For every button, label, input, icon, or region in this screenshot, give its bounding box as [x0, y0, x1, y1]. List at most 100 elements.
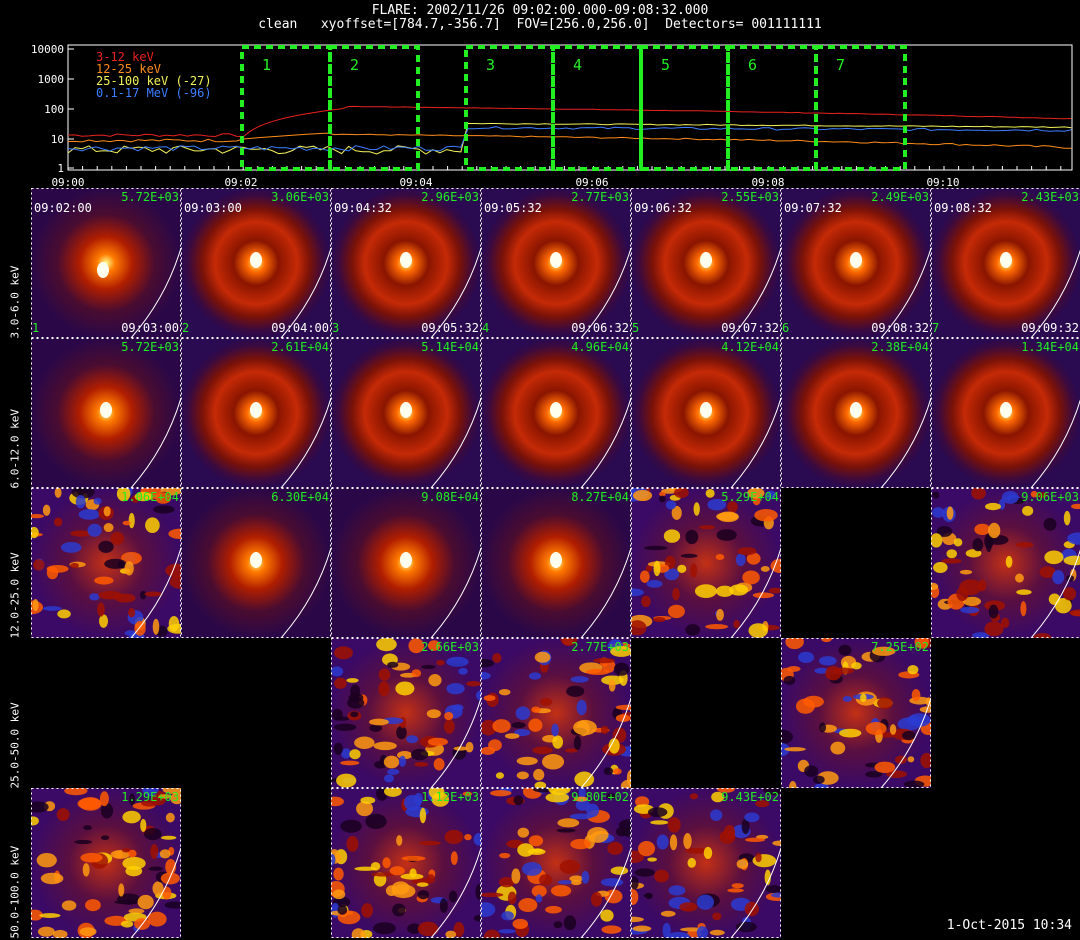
peak-flux-label: 7.25E+02: [871, 640, 929, 654]
source-peak: [850, 252, 862, 268]
start-time-label: 09:04:32: [334, 201, 392, 215]
peak-flux-label: 4.96E+04: [571, 340, 629, 354]
source-peak: [1000, 252, 1012, 268]
image-panel: 2.96E+03 09:04:32 09:05:32 3: [331, 188, 481, 338]
image-panel: 5.29E+04: [631, 488, 781, 638]
end-time-label: 09:03:00: [121, 321, 179, 335]
peak-flux-label: 9.80E+02: [571, 790, 629, 804]
lightcurve-plot: 10000100010010109:00 09:02 09:04 09:06 09:08…: [31, 43, 1073, 189]
peak-flux-label: 5.72E+03: [121, 190, 179, 204]
timestamp: 1-Oct-2015 10:34: [946, 918, 1072, 933]
interval-label: 6: [748, 56, 757, 74]
peak-flux-label: 2.43E+03: [1021, 190, 1079, 204]
source-peak: [250, 252, 262, 268]
curve-0.1-17-mev: [67, 126, 1072, 152]
image-panel: 2.43E+03 09:08:32 09:09:32 7: [931, 188, 1080, 338]
peak-flux-label: 9.08E+04: [421, 490, 479, 504]
image-panel: 2.66E+03: [331, 638, 481, 788]
image-panel: 4.12E+04: [631, 338, 781, 488]
interval-label: 5: [661, 56, 670, 74]
peak-flux-label: 1.12E+03: [421, 790, 479, 804]
interval-index: 6: [782, 321, 790, 335]
peak-flux-label: 2.77E+03: [571, 640, 629, 654]
peak-flux-label: 6.30E+04: [271, 490, 329, 504]
interval-index: 4: [482, 321, 490, 335]
source-peak: [250, 552, 262, 568]
source-peak: [1000, 402, 1012, 418]
interval-box: [639, 45, 730, 171]
source-peak: [550, 402, 562, 418]
image-panel: 2.49E+03 09:07:32 09:08:32 6: [781, 188, 931, 338]
interval-box: [726, 45, 818, 171]
image-panel: 2.77E+03: [481, 638, 631, 788]
peak-flux-label: 2.38E+04: [871, 340, 929, 354]
source-peak: [400, 402, 412, 418]
end-time-label: 09:06:32: [571, 321, 629, 335]
peak-flux-label: 2.77E+03: [571, 190, 629, 204]
y-tick-label: 10000: [31, 43, 64, 56]
image-panel: 6.30E+04: [181, 488, 331, 638]
start-time-label: 09:05:32: [484, 201, 542, 215]
row-label: 3.0-6.0 keV: [8, 265, 22, 339]
interval-label: 4: [573, 56, 582, 74]
end-time-label: 09:09:32: [1021, 321, 1079, 335]
interval-label: 3: [486, 56, 495, 74]
peak-flux-label: 2.49E+03: [871, 190, 929, 204]
peak-flux-label: 2.96E+03: [421, 190, 479, 204]
image-panel: 2.38E+04: [781, 338, 931, 488]
peak-flux-label: 2.61E+04: [271, 340, 329, 354]
source-peak: [850, 402, 862, 418]
source-peak: [400, 552, 412, 568]
interval-index: 5: [632, 321, 640, 335]
end-time-label: 09:08:32: [871, 321, 929, 335]
start-time-label: 09:02:00: [34, 201, 92, 215]
interval-box: [551, 45, 643, 171]
interval-box: [240, 45, 332, 171]
source-peak: [550, 552, 562, 568]
image-panel: 9.06E+03: [931, 488, 1080, 638]
image-panel: 7.25E+02: [781, 638, 931, 788]
image-panel: 9.43E+02: [631, 788, 781, 938]
interval-box: [814, 45, 907, 171]
interval-index: 3: [332, 321, 340, 335]
image-panel: 8.27E+04: [481, 488, 631, 638]
image-panel: 5.72E+03 09:02:00 09:03:00 1: [31, 188, 181, 338]
interval-label: 1: [262, 56, 271, 74]
peak-flux-label: 1.34E+04: [1021, 340, 1079, 354]
start-time-label: 09:03:00: [184, 201, 242, 215]
peak-flux-label: 5.29E+04: [721, 490, 779, 504]
interval-label: 2: [350, 56, 359, 74]
image-panel: 1.34E+04: [931, 338, 1080, 488]
image-panel: 5.14E+04: [331, 338, 481, 488]
image-panel: 2.77E+03 09:05:32 09:06:32 4: [481, 188, 631, 338]
source-peak: [550, 252, 562, 268]
image-panel: 9.80E+02: [481, 788, 631, 938]
peak-flux-label: 5.72E+03: [121, 340, 179, 354]
interval-index: 1: [32, 321, 40, 335]
image-panel: 4.96E+04: [481, 338, 631, 488]
y-tick-label: 100: [44, 103, 64, 116]
source-peak: [250, 402, 262, 418]
end-time-label: 09:05:32: [421, 321, 479, 335]
row-label: 6.0-12.0 keV: [8, 409, 22, 489]
image-panel: 5.72E+03: [31, 338, 181, 488]
peak-flux-label: 9.43E+02: [721, 790, 779, 804]
legend-entry: 0.1-17 MeV (-96): [96, 86, 212, 100]
start-time-label: 09:08:32: [934, 201, 992, 215]
end-time-label: 09:04:00: [271, 321, 329, 335]
source-peak: [100, 402, 112, 418]
peak-flux-label: 9.06E+03: [1021, 490, 1079, 504]
source-peak: [400, 252, 412, 268]
y-tick-label: 10: [51, 133, 64, 146]
y-tick-label: 1000: [38, 73, 65, 86]
peak-flux-label: 1.29E+03: [121, 790, 179, 804]
peak-flux-label: 2.55E+03: [721, 190, 779, 204]
source-peak: [700, 402, 712, 418]
image-panel: 2.55E+03 09:06:32 09:07:32 5: [631, 188, 781, 338]
image-panel: 1.06E+04: [31, 488, 181, 638]
start-time-label: 09:07:32: [784, 201, 842, 215]
image-panel: 1.29E+03: [31, 788, 181, 938]
curve-3-12-kev: [67, 105, 1072, 138]
interval-label: 7: [836, 56, 845, 74]
source-peak: [97, 262, 109, 278]
